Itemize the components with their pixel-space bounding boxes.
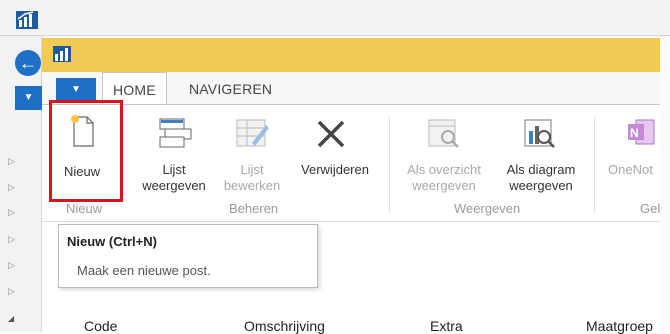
expand-arrow-icon[interactable]: ▷ [8, 182, 15, 193]
list-view-label-2: weergeven [142, 178, 206, 193]
tooltip-body: Maak een nieuwe post. [77, 263, 211, 278]
list-edit-label-1: Lijst [240, 162, 264, 177]
ribbon-tab-bar: ▼ HOME NAVIGEREN [42, 72, 666, 105]
tooltip: Nieuw (Ctrl+N) Maak een nieuwe post. [58, 224, 318, 288]
expand-arrow-icon[interactable]: ▷ [8, 156, 15, 167]
as-overview-label-1: Als overzicht [407, 162, 481, 177]
as-overview-button[interactable]: Als overzicht weergeven [397, 162, 491, 194]
group-label-new: Nieuw [66, 201, 103, 216]
ribbon: Nieuw Lijst weergeven Lijst bewerken Ver… [42, 104, 666, 222]
as-chart-label-2: weergeven [509, 178, 573, 193]
list-edit-button[interactable]: Lijst bewerken [219, 162, 285, 194]
outer-title-bar [0, 0, 670, 36]
highlight-box [49, 100, 123, 202]
group-label-related: Gel [640, 201, 661, 216]
ribbon-separator [389, 117, 390, 213]
as-overview-label-2: weergeven [412, 178, 476, 193]
left-tree-expanders: ▷ ▷ ▷ ▷ ▷ ▷ ◢ [0, 150, 42, 330]
left-dropdown-button[interactable]: ▼ [15, 86, 42, 110]
group-label-manage: Beheren [229, 201, 279, 216]
tooltip-title: Nieuw (Ctrl+N) [67, 234, 157, 249]
delete-x-icon [316, 119, 346, 152]
expand-arrow-icon[interactable]: ▷ [8, 234, 15, 245]
back-arrow-icon[interactable]: ← [15, 50, 41, 76]
expand-arrow-icon[interactable]: ▷ [8, 207, 15, 218]
application-menu-button[interactable]: ▼ [56, 78, 96, 102]
list-view-button[interactable]: Lijst weergeven [134, 162, 214, 194]
list-edit-icon [236, 117, 270, 152]
right-scrollbar[interactable] [660, 36, 670, 332]
delete-button[interactable]: Verwijderen [292, 162, 378, 178]
onenote-icon: N [626, 117, 656, 150]
chart-icon [523, 117, 557, 152]
as-chart-button[interactable]: Als diagram weergeven [495, 162, 587, 194]
expand-arrow-icon[interactable]: ▷ [8, 260, 15, 271]
overview-icon [427, 117, 461, 152]
list-view-label-1: Lijst [162, 162, 186, 177]
list-edit-label-2: bewerken [223, 178, 281, 193]
app-title-bar [42, 38, 666, 72]
tab-navigeren[interactable]: NAVIGEREN [179, 72, 282, 104]
onenote-label: OneNot [608, 162, 653, 177]
collapse-arrow-icon[interactable]: ◢ [8, 314, 14, 323]
group-label-view: Weergeven [454, 201, 521, 216]
svg-text:N: N [630, 126, 639, 140]
app-logo-icon [53, 46, 71, 62]
delete-label: Verwijderen [301, 162, 369, 177]
expand-arrow-icon[interactable]: ▷ [8, 286, 15, 297]
list-view-icon [159, 117, 193, 152]
app-logo-icon [16, 11, 38, 29]
as-chart-label-1: Als diagram [506, 162, 576, 177]
ribbon-separator [594, 117, 595, 213]
